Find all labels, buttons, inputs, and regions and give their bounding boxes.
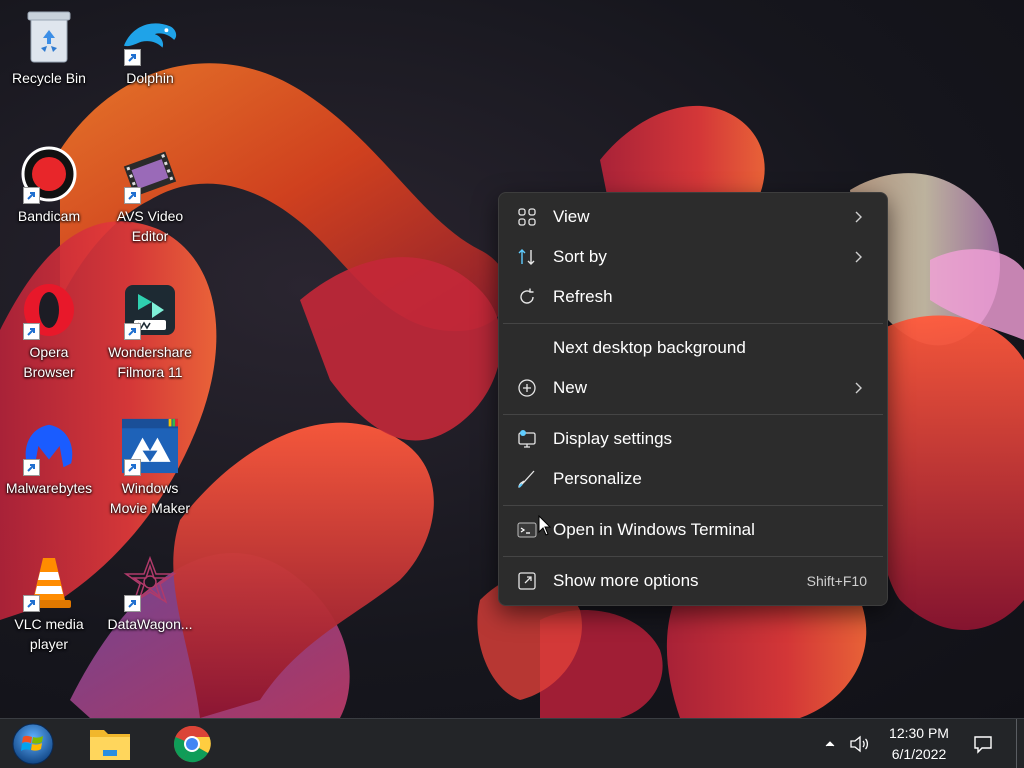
taskbar-clock[interactable]: 12:30 PM 6/1/2022 xyxy=(874,723,964,765)
menu-separator xyxy=(503,556,883,557)
desktop-icon-label: Dolphin xyxy=(126,70,174,86)
chevron-right-icon xyxy=(855,251,862,263)
desktop-context-menu: View Sort by Refresh Next desktop backgr… xyxy=(498,192,888,606)
menu-item-label: Open in Windows Terminal xyxy=(553,520,755,539)
shortcut-arrow-icon xyxy=(124,187,141,204)
menu-item-label: Sort by xyxy=(553,247,607,266)
menu-separator xyxy=(503,505,883,506)
datawagon-icon xyxy=(122,554,178,612)
menu-item-refresh[interactable]: Refresh xyxy=(503,279,883,315)
show-more-icon xyxy=(518,572,536,590)
desktop-icon-bandicam[interactable]: Bandicam xyxy=(0,146,98,226)
chevron-right-icon xyxy=(855,382,862,394)
desktop-icon-label: Wondershare Filmora 11 xyxy=(108,344,192,380)
avs-video-editor-icon xyxy=(122,146,178,204)
menu-item-display-settings[interactable]: Display settings xyxy=(503,421,883,457)
menu-item-label: View xyxy=(553,207,590,226)
bandicam-icon xyxy=(21,146,77,204)
menu-item-personalize[interactable]: Personalize xyxy=(503,461,883,497)
new-plus-icon xyxy=(518,379,536,397)
shortcut-arrow-icon xyxy=(23,323,40,340)
desktop-icon-opera[interactable]: Opera Browser xyxy=(0,282,98,382)
shortcut-arrow-icon xyxy=(124,49,141,66)
taskbar: 12:30 PM 6/1/2022 xyxy=(0,718,1024,768)
keyboard-shortcut-hint: Shift+F10 xyxy=(806,573,867,589)
desktop-icon-malwarebytes[interactable]: Malwarebytes xyxy=(0,418,98,498)
view-grid-icon xyxy=(518,208,536,226)
desktop-icon-vlc[interactable]: VLC media player xyxy=(0,554,98,654)
desktop-icon-datawagon[interactable]: DataWagon... xyxy=(101,554,199,634)
action-center-button[interactable] xyxy=(966,719,1000,768)
menu-item-new[interactable]: New xyxy=(503,370,883,406)
terminal-icon xyxy=(517,522,537,538)
desktop-icon-label: Windows Movie Maker xyxy=(109,480,191,516)
menu-item-label: Display settings xyxy=(553,429,673,448)
file-explorer-icon xyxy=(90,730,130,760)
volume-icon xyxy=(850,735,869,753)
filmora-icon xyxy=(122,282,178,340)
shortcut-arrow-icon xyxy=(124,595,141,612)
windows-start-icon xyxy=(12,723,54,765)
display-settings-icon xyxy=(518,430,536,448)
desktop-icon-label: DataWagon... xyxy=(107,616,193,632)
mouse-cursor-icon xyxy=(538,515,552,536)
refresh-icon xyxy=(520,288,534,304)
menu-item-next-desktop-background[interactable]: Next desktop background xyxy=(503,330,883,366)
desktop-icon-dolphin[interactable]: Dolphin xyxy=(101,8,199,88)
movie-maker-icon xyxy=(122,418,178,476)
vlc-icon xyxy=(21,554,77,612)
shortcut-arrow-icon xyxy=(23,459,40,476)
dolphin-icon xyxy=(122,8,178,66)
menu-item-label: Next desktop background xyxy=(553,338,746,357)
malwarebytes-icon xyxy=(21,418,77,476)
chevron-right-icon xyxy=(855,211,862,223)
menu-separator xyxy=(503,323,883,324)
shortcut-arrow-icon xyxy=(124,323,141,340)
desktop-icon-label: Malwarebytes xyxy=(5,480,93,496)
start-button[interactable] xyxy=(4,719,62,768)
action-center-icon xyxy=(974,736,992,754)
show-desktop-button[interactable] xyxy=(1016,719,1024,768)
menu-item-label: Show more options xyxy=(553,571,699,590)
menu-item-label: Personalize xyxy=(553,469,642,488)
menu-item-label: Refresh xyxy=(553,287,613,306)
desktop-icon-movie-maker[interactable]: Windows Movie Maker xyxy=(101,418,199,518)
desktop-icon-label: Bandicam xyxy=(17,208,81,224)
shortcut-arrow-icon xyxy=(124,459,141,476)
volume-button[interactable] xyxy=(846,719,874,768)
menu-item-show-more-options[interactable]: Show more options Shift+F10 xyxy=(503,563,883,599)
menu-separator xyxy=(503,414,883,415)
menu-item-view[interactable]: View xyxy=(503,199,883,235)
shortcut-arrow-icon xyxy=(23,187,40,204)
menu-item-sort-by[interactable]: Sort by xyxy=(503,239,883,275)
personalize-brush-icon xyxy=(518,470,535,488)
taskbar-chrome[interactable] xyxy=(164,719,220,768)
desktop-icon-label: Opera Browser xyxy=(23,344,75,380)
clock-time: 12:30 PM xyxy=(889,725,949,741)
desktop-icon-filmora[interactable]: Wondershare Filmora 11 xyxy=(101,282,199,382)
recycle-bin-icon xyxy=(21,8,77,64)
opera-icon xyxy=(21,282,77,340)
menu-item-label: New xyxy=(553,378,588,397)
shortcut-arrow-icon xyxy=(23,595,40,612)
show-hidden-icons-chevron xyxy=(825,741,835,747)
sort-icon xyxy=(518,249,535,265)
menu-item-open-in-terminal[interactable]: Open in Windows Terminal xyxy=(503,512,883,548)
desktop-icon-label: AVS Video Editor xyxy=(116,208,184,244)
taskbar-file-explorer[interactable] xyxy=(82,719,138,768)
desktop-icon-recycle-bin[interactable]: Recycle Bin xyxy=(0,8,98,88)
clock-date: 6/1/2022 xyxy=(891,746,947,762)
chrome-icon xyxy=(173,725,211,763)
desktop-icon-avs-video-editor[interactable]: AVS Video Editor xyxy=(101,146,199,246)
show-hidden-icons-button[interactable] xyxy=(820,719,840,768)
desktop-icon-label: VLC media player xyxy=(14,616,84,652)
desktop-icon-label: Recycle Bin xyxy=(12,70,86,86)
